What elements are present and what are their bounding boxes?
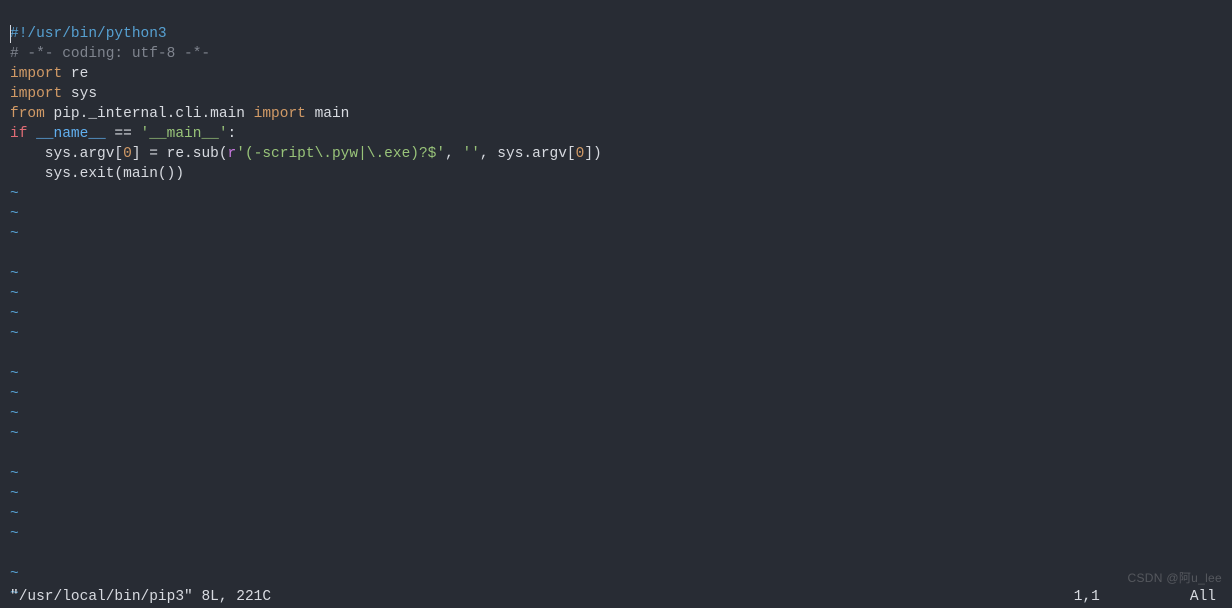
text-cursor	[10, 25, 11, 43]
mod-re: re	[62, 66, 88, 82]
op-eq: ==	[114, 126, 140, 142]
status-filename: "/usr/local/bin/pip3" 8L, 221C	[10, 587, 271, 607]
kw-from: from	[10, 106, 45, 122]
kw-import: import	[254, 106, 306, 122]
dunder-name: __name__	[27, 126, 114, 142]
num-zero: 0	[123, 146, 132, 162]
comma: ,	[445, 146, 462, 162]
empty-line-tilde: ~	[10, 526, 19, 542]
empty-line-tilde: ~	[10, 506, 19, 522]
empty-line-tilde: ~	[10, 286, 19, 302]
empty-line-tilde: ~	[10, 186, 19, 202]
empty-line-tilde: ~	[10, 206, 19, 222]
code-line-8: sys.exit(main())	[10, 166, 184, 182]
empty-line-tilde: ~	[10, 386, 19, 402]
code-line-7b: ] = re.sub(	[132, 146, 228, 162]
code-line-7d: ])	[584, 146, 601, 162]
colon: :	[228, 126, 237, 142]
vim-status-line: "/usr/local/bin/pip3" 8L, 221C 1,1 All	[0, 586, 1232, 608]
empty-line-tilde: ~	[10, 306, 19, 322]
cursor-position: 1,1	[1074, 587, 1190, 607]
vim-editor[interactable]: #!/usr/bin/python3 # -*- coding: utf-8 -…	[0, 0, 1232, 608]
name-main: main	[306, 106, 350, 122]
empty-line-tilde: ~	[10, 466, 19, 482]
empty-line-tilde: ~	[10, 566, 19, 582]
regex-pattern: '(-script\.pyw|\.exe)?$'	[236, 146, 445, 162]
empty-line-tilde: ~	[10, 486, 19, 502]
code-line-7a: sys.argv[	[10, 146, 123, 162]
empty-line-tilde: ~	[10, 226, 19, 242]
kw-if: if	[10, 126, 27, 142]
pkg-path: pip._internal.cli.main	[45, 106, 254, 122]
code-area[interactable]: #!/usr/bin/python3 # -*- coding: utf-8 -…	[0, 0, 1232, 608]
empty-line-tilde: ~	[10, 326, 19, 342]
code-line-7c: , sys.argv[	[480, 146, 576, 162]
empty-line-tilde: ~	[10, 366, 19, 382]
raw-prefix: r	[228, 146, 237, 162]
str-main: '__main__'	[141, 126, 228, 142]
kw-import: import	[10, 86, 62, 102]
code-line-2: # -*- coding: utf-8 -*-	[10, 46, 210, 62]
file-path: "/usr/local/bin/pip3"	[10, 589, 193, 605]
empty-line-tilde: ~	[10, 266, 19, 282]
empty-line-tilde: ~	[10, 426, 19, 442]
empty-line-tilde: ~	[10, 406, 19, 422]
empty-string: ''	[463, 146, 480, 162]
file-stats: 8L, 221C	[201, 589, 271, 605]
scroll-indicator: All	[1190, 587, 1222, 607]
mod-sys: sys	[62, 86, 97, 102]
code-line-1: #!/usr/bin/python3	[10, 26, 167, 42]
kw-import: import	[10, 66, 62, 82]
